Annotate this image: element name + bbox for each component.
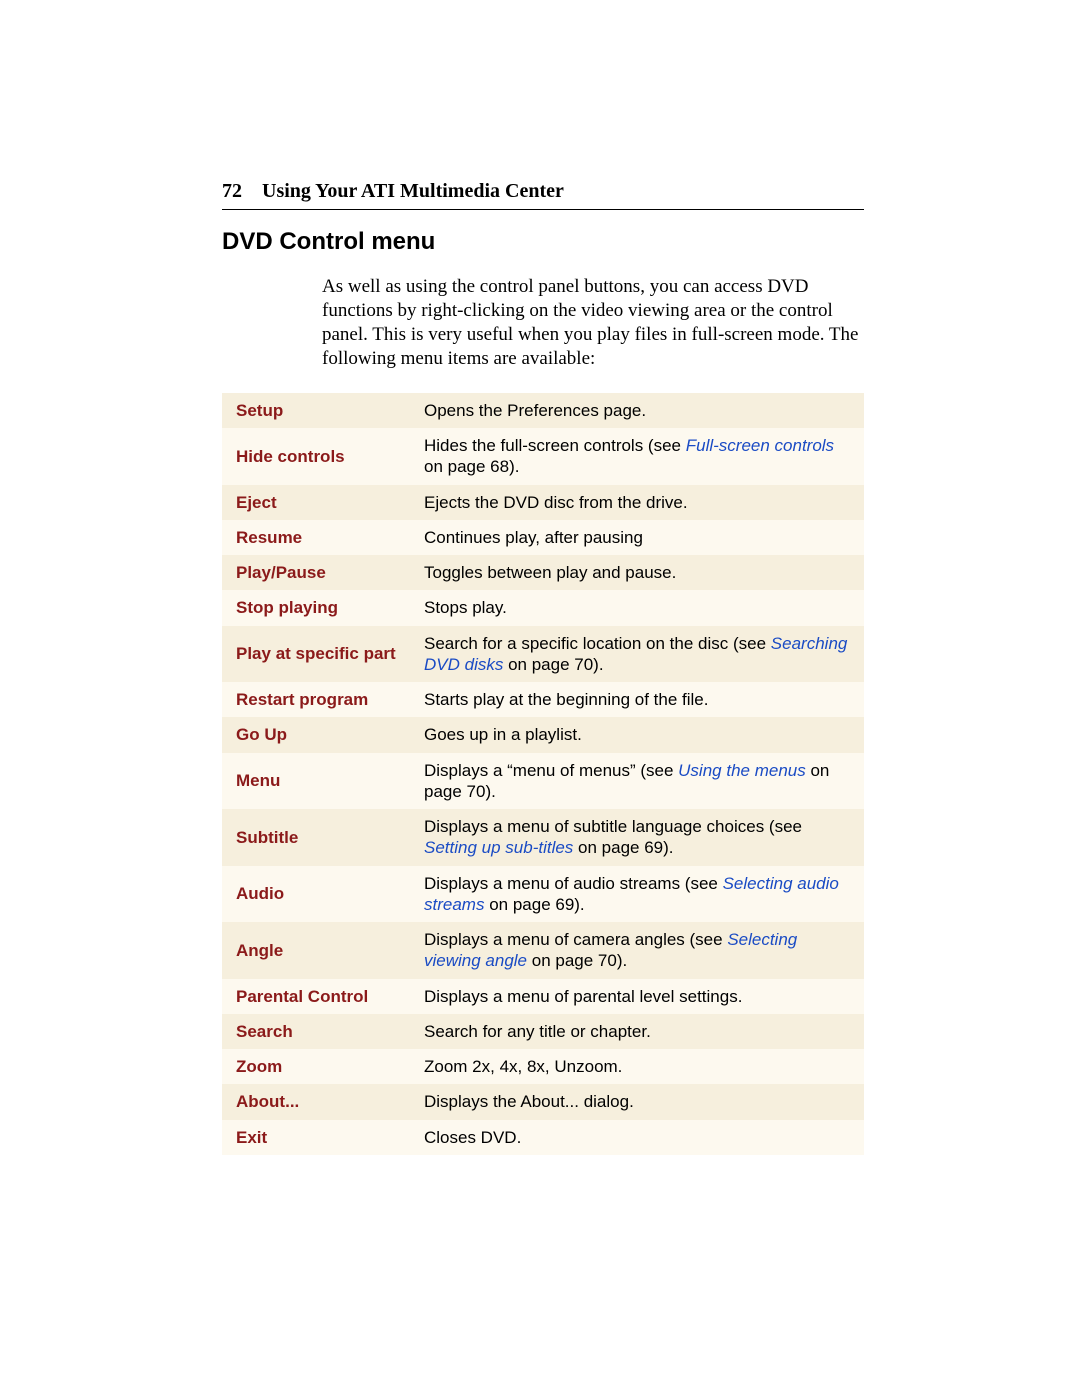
menu-item-description: Hides the full-screen controls (see Full…: [410, 428, 864, 485]
table-row: Exit Closes DVD.: [222, 1120, 864, 1155]
description-text: Zoom 2x, 4x, 8x, Unzoom.: [424, 1057, 622, 1076]
description-text: Displays a menu of audio streams (see: [424, 874, 723, 893]
menu-item-label: Parental Control: [222, 979, 410, 1014]
menu-item-description: Displays a menu of subtitle language cho…: [410, 809, 864, 866]
menu-item-label: Subtitle: [222, 809, 410, 866]
table-row: Subtitle Displays a menu of subtitle lang…: [222, 809, 864, 866]
menu-item-description: Goes up in a playlist.: [410, 717, 864, 752]
description-text: Displays a “menu of menus” (see: [424, 761, 678, 780]
cross-reference-link[interactable]: Full-screen controls: [686, 436, 834, 455]
description-text: Goes up in a playlist.: [424, 725, 582, 744]
description-text: Hides the full-screen controls (see: [424, 436, 686, 455]
description-text: Displays the About... dialog.: [424, 1092, 634, 1111]
menu-item-label: Eject: [222, 485, 410, 520]
menu-item-description: Search for any title or chapter.: [410, 1014, 864, 1049]
table-row: MenuDisplays a “menu of menus” (see Usin…: [222, 753, 864, 810]
description-text: Opens the Preferences page.: [424, 401, 646, 420]
description-text: Ejects the DVD disc from the drive.: [424, 493, 688, 512]
menu-item-label: Restart program: [222, 682, 410, 717]
menu-item-description: Search for a specific location on the di…: [410, 626, 864, 683]
menu-item-description: Displays a menu of parental level settin…: [410, 979, 864, 1014]
menu-item-description: Opens the Preferences page.: [410, 393, 864, 428]
table-row: About... Displays the About... dialog.: [222, 1084, 864, 1119]
section-title: DVD Control menu: [222, 228, 864, 256]
menu-item-description: Closes DVD.: [410, 1120, 864, 1155]
description-tail: on page 68).: [424, 457, 519, 476]
menu-item-label: Hide controls: [222, 428, 410, 485]
description-tail: on page 69).: [573, 838, 673, 857]
menu-item-label: Stop playing: [222, 590, 410, 625]
menu-item-label: Menu: [222, 753, 410, 810]
menu-item-label: Zoom: [222, 1049, 410, 1084]
description-tail: on page 69).: [484, 895, 584, 914]
menu-item-description: Displays a menu of audio streams (see Se…: [410, 866, 864, 923]
table-row: Search Search for any title or chapter.: [222, 1014, 864, 1049]
menu-item-label: Search: [222, 1014, 410, 1049]
description-tail: on page 70).: [527, 951, 627, 970]
table-row: Setup Opens the Preferences page.: [222, 393, 864, 428]
menu-item-description: Continues play, after pausing: [410, 520, 864, 555]
description-text: Displays a menu of camera angles (see: [424, 930, 727, 949]
description-text: Stops play.: [424, 598, 507, 617]
intro-paragraph: As well as using the control panel butto…: [322, 275, 864, 371]
menu-item-description: Displays the About... dialog.: [410, 1084, 864, 1119]
description-text: Displays a menu of subtitle language cho…: [424, 817, 802, 836]
menu-item-label: Exit: [222, 1120, 410, 1155]
table-row: Parental Control Displays a menu of paren…: [222, 979, 864, 1014]
description-text: Closes DVD.: [424, 1128, 521, 1147]
table-row: Hide controlsHides the full-screen contr…: [222, 428, 864, 485]
running-header: 72 Using Your ATI Multimedia Center: [222, 180, 864, 203]
menu-table: Setup Opens the Preferences page. Hide con…: [222, 393, 864, 1155]
menu-item-description: Zoom 2x, 4x, 8x, Unzoom.: [410, 1049, 864, 1084]
description-text: Displays a menu of parental level settin…: [424, 987, 742, 1006]
description-text: Search for any title or chapter.: [424, 1022, 651, 1041]
menu-item-label: Angle: [222, 922, 410, 979]
description-text: Starts play at the beginning of the file…: [424, 690, 708, 709]
header-rule: [222, 209, 864, 210]
table-row: Go Up Goes up in a playlist.: [222, 717, 864, 752]
menu-item-label: Play/Pause: [222, 555, 410, 590]
description-text: Continues play, after pausing: [424, 528, 643, 547]
menu-item-description: Ejects the DVD disc from the drive.: [410, 485, 864, 520]
menu-item-label: Play at specific part: [222, 626, 410, 683]
menu-item-description: Toggles between play and pause.: [410, 555, 864, 590]
page-number: 72: [222, 180, 242, 203]
cross-reference-link[interactable]: Using the menus: [678, 761, 806, 780]
menu-item-label: Setup: [222, 393, 410, 428]
table-row: Stop playing Stops play.: [222, 590, 864, 625]
table-row: Play/Pause Toggles between play and pause…: [222, 555, 864, 590]
menu-item-label: Audio: [222, 866, 410, 923]
table-row: Eject Ejects the DVD disc from the drive.: [222, 485, 864, 520]
cross-reference-link[interactable]: Setting up sub-titles: [424, 838, 573, 857]
table-row: Zoom Zoom 2x, 4x, 8x, Unzoom.: [222, 1049, 864, 1084]
menu-item-description: Stops play.: [410, 590, 864, 625]
table-row: Play at specific part Search for a specif…: [222, 626, 864, 683]
menu-item-description: Displays a “menu of menus” (see Using th…: [410, 753, 864, 810]
table-row: AngleDisplays a menu of camera angles (s…: [222, 922, 864, 979]
running-title: Using Your ATI Multimedia Center: [262, 180, 564, 203]
table-row: AudioDisplays a menu of audio streams (s…: [222, 866, 864, 923]
page: 72 Using Your ATI Multimedia Center DVD …: [0, 0, 1080, 1397]
menu-item-label: Resume: [222, 520, 410, 555]
menu-item-label: About...: [222, 1084, 410, 1119]
description-text: Toggles between play and pause.: [424, 563, 676, 582]
menu-item-description: Starts play at the beginning of the file…: [410, 682, 864, 717]
description-text: Search for a specific location on the di…: [424, 634, 771, 653]
menu-item-label: Go Up: [222, 717, 410, 752]
table-row: Resume Continues play, after pausing: [222, 520, 864, 555]
description-tail: on page 70).: [503, 655, 603, 674]
table-row: Restart program Starts play at the beginn…: [222, 682, 864, 717]
menu-item-description: Displays a menu of camera angles (see Se…: [410, 922, 864, 979]
